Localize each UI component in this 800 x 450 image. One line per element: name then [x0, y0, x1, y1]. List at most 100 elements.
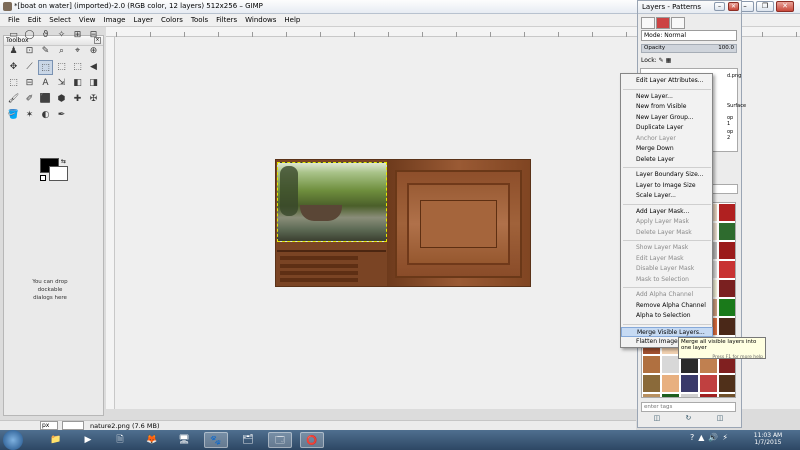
tool-button[interactable]: A	[38, 76, 53, 91]
pattern-swatch[interactable]	[680, 393, 699, 397]
menu-select[interactable]: Select	[45, 14, 75, 26]
paths-tab-icon[interactable]	[671, 17, 685, 29]
context-menu-item[interactable]: Delete Layer	[621, 155, 713, 165]
taskbar-app-button[interactable]: 🖥	[172, 432, 196, 448]
tool-button[interactable]: ⌕	[54, 44, 69, 59]
menu-image[interactable]: Image	[100, 14, 130, 26]
tool-button[interactable]: ⬚	[70, 60, 85, 75]
vertical-ruler[interactable]	[106, 37, 115, 409]
volume-icon[interactable]: 🔊	[708, 433, 718, 442]
tool-button[interactable]: ✐	[22, 92, 37, 107]
pattern-swatch[interactable]	[661, 374, 680, 393]
maximize-button[interactable]: ❐	[756, 1, 774, 12]
default-colors-icon[interactable]	[40, 175, 46, 181]
edit-pattern-icon[interactable]: ◫	[654, 414, 661, 424]
pattern-swatch[interactable]	[680, 374, 699, 393]
pattern-swatch[interactable]	[642, 393, 661, 397]
tool-button[interactable]: ✎	[38, 44, 53, 59]
help-icon[interactable]: ?	[690, 433, 694, 442]
menu-edit[interactable]: Edit	[24, 14, 46, 26]
refresh-icon[interactable]: ↻	[686, 414, 692, 424]
tool-button[interactable]: 🖌	[6, 92, 21, 107]
menu-tools[interactable]: Tools	[187, 14, 212, 26]
tool-button[interactable]: ◀	[86, 60, 101, 75]
pattern-swatch[interactable]	[718, 222, 735, 241]
pattern-swatch[interactable]	[642, 374, 661, 393]
tool-button[interactable]: ⌖	[70, 44, 85, 59]
clock[interactable]: 11:03 AM 1/7/2015	[746, 432, 790, 446]
taskbar-app-button[interactable]: 🐾	[204, 432, 228, 448]
tool-button[interactable]: ◯	[22, 28, 37, 43]
menu-file[interactable]: File	[4, 14, 24, 26]
context-menu-item[interactable]: Merge Down	[621, 144, 713, 154]
tool-button[interactable]: ✠	[86, 92, 101, 107]
tool-button[interactable]: ⊡	[22, 44, 37, 59]
power-icon[interactable]: ⚡	[722, 433, 728, 442]
pattern-swatch[interactable]	[718, 260, 735, 279]
pattern-swatch[interactable]	[718, 241, 735, 260]
taskbar-app-button[interactable]: ▶	[76, 432, 100, 448]
unit-select[interactable]: px	[40, 421, 58, 430]
tool-button[interactable]: ⬚	[54, 60, 69, 75]
pattern-swatch[interactable]	[718, 298, 735, 317]
menu-filters[interactable]: Filters	[212, 14, 241, 26]
tool-button[interactable]: ⬛	[38, 92, 53, 107]
tool-button[interactable]: ⟋	[22, 60, 37, 75]
menu-windows[interactable]: Windows	[241, 14, 280, 26]
opacity-slider[interactable]: Opacity 100.0	[641, 44, 737, 53]
tool-button[interactable]: ✥	[6, 60, 21, 75]
context-menu-item[interactable]: Duplicate Layer	[621, 123, 713, 133]
show-hidden-icon[interactable]: ▲	[698, 433, 704, 442]
context-menu-item[interactable]: Edit Layer Attributes...	[621, 76, 713, 86]
context-menu-item[interactable]: Merge Visible Layers...	[621, 326, 713, 337]
tool-button[interactable]: ⬢	[54, 92, 69, 107]
taskbar-app-button[interactable]: 🗔	[268, 432, 292, 448]
tool-button[interactable]: ⊞	[70, 28, 85, 43]
menu-help[interactable]: Help	[280, 14, 304, 26]
zoom-select[interactable]	[62, 421, 84, 430]
menu-view[interactable]: View	[75, 14, 100, 26]
tool-button[interactable]: ✧	[54, 28, 69, 43]
pattern-swatch[interactable]	[642, 355, 661, 374]
taskbar-app-button[interactable]: 🗂	[236, 432, 260, 448]
taskbar-app-button[interactable]: 🗎	[108, 432, 132, 448]
taskbar-app-button[interactable]: 📁	[44, 432, 68, 448]
taskbar-app-button[interactable]: 🦊	[140, 432, 164, 448]
pattern-swatch[interactable]	[718, 317, 735, 336]
tool-button[interactable]: ✚	[70, 92, 85, 107]
context-menu-item[interactable]: Add Layer Mask...	[621, 207, 713, 217]
context-menu-item[interactable]: Layer Boundary Size...	[621, 170, 713, 180]
tool-button[interactable]: ⊕	[86, 44, 101, 59]
pattern-swatch[interactable]	[718, 203, 735, 222]
tool-button[interactable]: ◨	[86, 76, 101, 91]
context-menu-item[interactable]: Scale Layer...	[621, 191, 713, 201]
pattern-swatch[interactable]	[718, 393, 735, 397]
tool-button[interactable]: ♟	[6, 44, 21, 59]
tool-button[interactable]: ✒	[54, 108, 69, 123]
pattern-swatch[interactable]	[718, 279, 735, 298]
swap-colors-icon[interactable]: ⇆	[61, 158, 66, 165]
channels-tab-icon[interactable]	[656, 17, 670, 29]
tool-button[interactable]: ⊟	[86, 28, 101, 43]
lock-alpha-icon[interactable]: ▦	[666, 57, 672, 64]
pattern-swatch[interactable]	[699, 374, 718, 393]
tool-button[interactable]: ◐	[38, 108, 53, 123]
menu-colors[interactable]: Colors	[157, 14, 187, 26]
tool-button[interactable]: ✶	[22, 108, 37, 123]
tags-input[interactable]: enter tags	[641, 402, 736, 412]
menu-layer[interactable]: Layer	[129, 14, 157, 26]
layer-mode-select[interactable]: Mode: Normal	[641, 30, 737, 41]
tool-button[interactable]: ⬚	[38, 60, 53, 75]
context-menu-item[interactable]: Remove Alpha Channel	[621, 301, 713, 311]
context-menu-item[interactable]: Alpha to Selection	[621, 311, 713, 321]
tool-button[interactable]: ◧	[70, 76, 85, 91]
tool-button[interactable]: 🪣	[6, 108, 21, 123]
pattern-swatch[interactable]	[661, 393, 680, 397]
context-menu-item[interactable]: New from Visible	[621, 102, 713, 112]
tool-button[interactable]: ▭	[6, 28, 21, 43]
tool-button[interactable]: ⊟	[22, 76, 37, 91]
tool-button[interactable]: ⇲	[54, 76, 69, 91]
context-menu-item[interactable]: Layer to Image Size	[621, 181, 713, 191]
pattern-swatch[interactable]	[699, 393, 718, 397]
start-button[interactable]	[3, 430, 23, 450]
